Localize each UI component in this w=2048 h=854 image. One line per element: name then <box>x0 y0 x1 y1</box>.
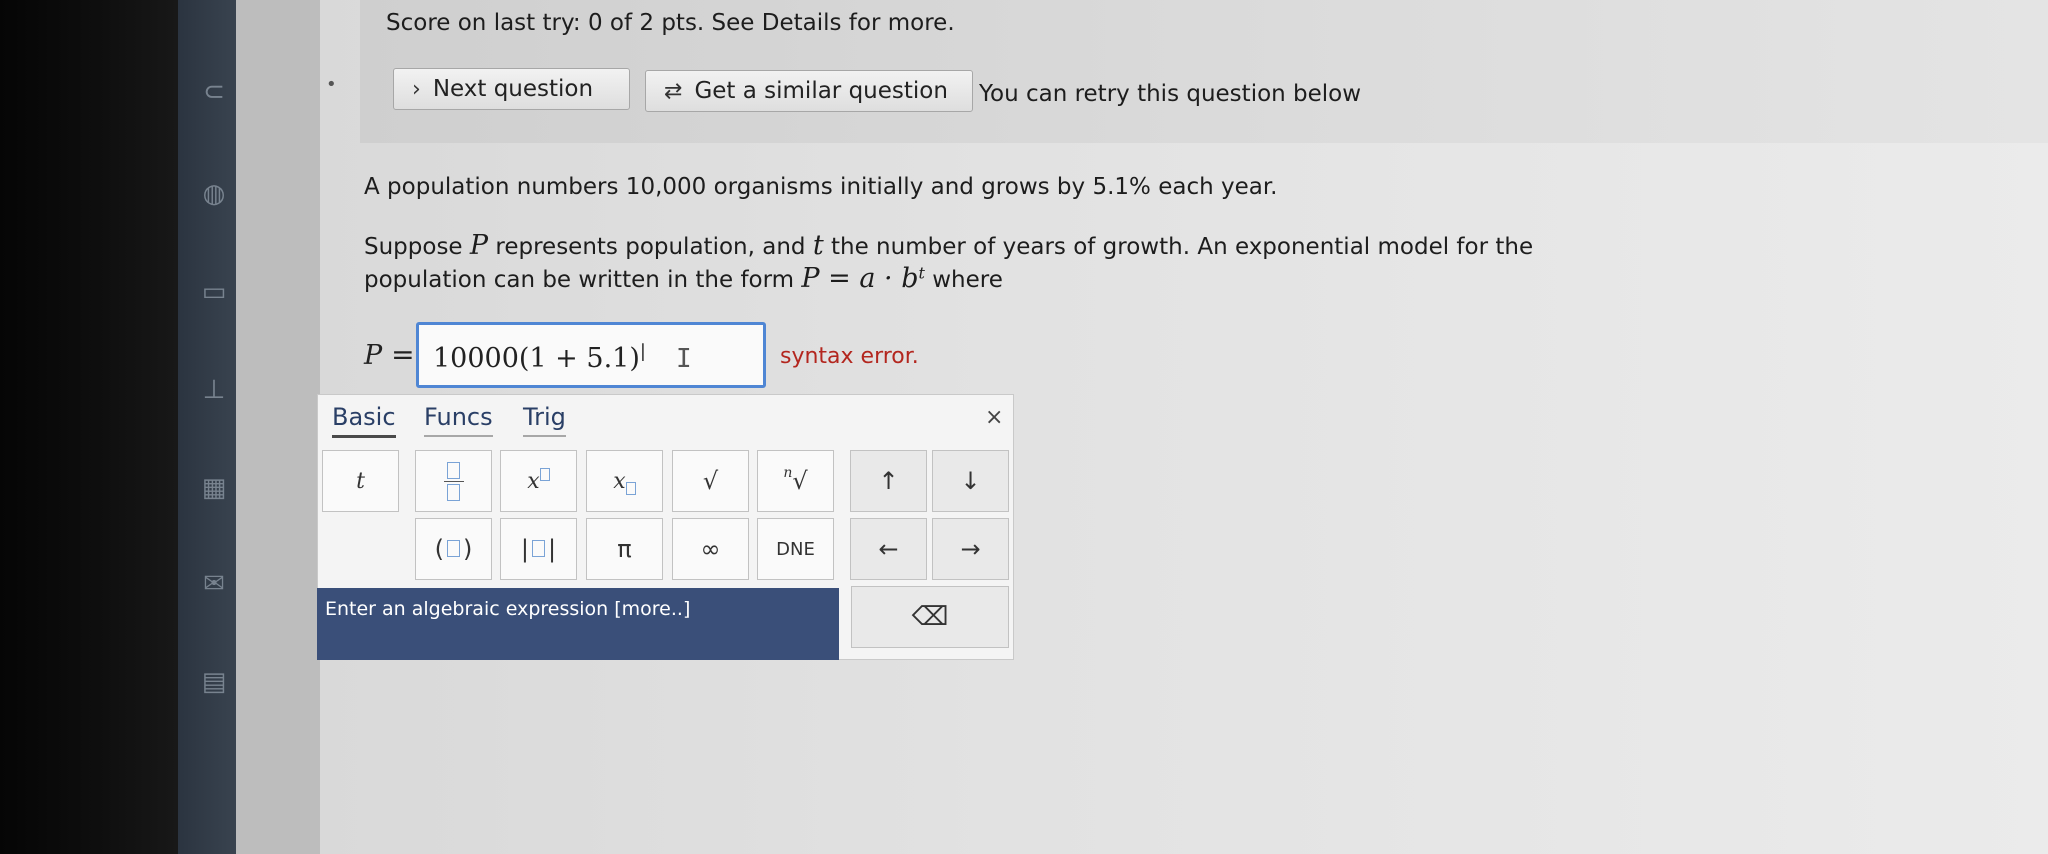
tab-trig[interactable]: Trig <box>523 403 566 437</box>
key-absolute-value[interactable]: | | <box>500 518 577 580</box>
parentheses-icon: () <box>434 535 473 563</box>
key-fraction[interactable] <box>415 450 492 512</box>
key-left[interactable]: ← <box>850 518 927 580</box>
question-line-3: population can be written in the form P … <box>364 263 1003 294</box>
question-text: the number of years of growth. An expone… <box>823 234 1534 260</box>
key-dne[interactable]: DNE <box>757 518 834 580</box>
backspace-icon: ⌫ <box>911 602 949 632</box>
text-cursor-icon: I <box>675 344 692 374</box>
exponent-box-icon <box>539 467 550 481</box>
bullet-dot: • <box>326 74 337 95</box>
answer-equals: = <box>382 338 415 371</box>
key-subscript-label: x <box>613 468 626 494</box>
mail-icon[interactable]: ✉ <box>196 566 232 602</box>
key-down[interactable]: ↓ <box>932 450 1009 512</box>
fraction-denominator-icon <box>447 483 460 501</box>
key-parentheses[interactable]: () <box>415 518 492 580</box>
key-nth-root[interactable]: n √ <box>757 450 834 512</box>
calendar-icon[interactable]: ▦ <box>196 470 232 506</box>
key-dne-label: DNE <box>776 538 815 560</box>
keyboard-hint[interactable]: Enter an algebraic expression [more..] <box>317 588 839 660</box>
retry-text: You can retry this question below <box>979 81 1362 107</box>
chevron-right-icon: › <box>412 76 421 102</box>
key-power-label: x <box>527 468 540 494</box>
key-right[interactable]: → <box>932 518 1009 580</box>
arrow-left-icon: ← <box>878 535 899 563</box>
nth-root-index: n <box>783 465 793 481</box>
tab-basic[interactable]: Basic <box>332 403 396 438</box>
nth-root-icon: √ <box>792 467 808 495</box>
question-text: Suppose <box>364 234 470 260</box>
syntax-error-message: syntax error. <box>780 344 919 369</box>
next-question-button[interactable]: › Next question <box>393 68 630 110</box>
absolute-value-icon: | | <box>520 535 557 563</box>
arrow-up-icon: ↑ <box>878 467 899 495</box>
app-icon[interactable]: ⊂ <box>196 74 232 110</box>
arrow-down-icon: ↓ <box>960 467 981 495</box>
variable-t: t <box>812 230 824 261</box>
globe-icon[interactable]: ◍ <box>196 176 232 212</box>
formula: P = a · b <box>801 263 919 294</box>
answer-variable: P <box>364 340 383 371</box>
subscript-box-icon <box>625 481 636 495</box>
pi-icon: π <box>617 535 632 563</box>
question-line-2: Suppose P represents population, and t t… <box>364 230 1533 261</box>
score-text: Score on last try: 0 of 2 pts. See Detai… <box>386 10 955 36</box>
swap-arrows-icon: ⇄ <box>664 78 683 104</box>
question-line-1: A population numbers 10,000 organisms in… <box>364 174 1278 200</box>
backspace-button[interactable]: ⌫ <box>851 586 1009 648</box>
question-text: where <box>924 267 1003 293</box>
close-keyboard-button[interactable]: × <box>985 405 1003 430</box>
question-text: represents population, and <box>488 234 813 260</box>
key-infinity[interactable]: ∞ <box>672 518 749 580</box>
app-icon[interactable]: ⊥ <box>196 372 232 408</box>
page-gutter <box>236 0 320 854</box>
similar-question-button[interactable]: ⇄ Get a similar question <box>645 70 973 112</box>
key-subscript[interactable]: x <box>586 450 663 512</box>
answer-label: P = <box>364 338 415 371</box>
fraction-numerator-icon <box>447 461 460 479</box>
sqrt-icon: √ <box>702 467 719 495</box>
question-text: population can be written in the form <box>364 267 802 293</box>
screen-bezel <box>0 0 178 854</box>
variable-p: P <box>469 230 489 261</box>
similar-question-label: Get a similar question <box>694 78 948 104</box>
tab-funcs[interactable]: Funcs <box>424 403 493 437</box>
key-pi[interactable]: π <box>586 518 663 580</box>
arrow-right-icon: → <box>960 535 981 563</box>
next-question-label: Next question <box>432 76 594 102</box>
key-t-label: t <box>356 468 365 494</box>
window-icon[interactable]: ▭ <box>196 274 232 310</box>
answer-input[interactable]: 10000(1 + 5.1)| I <box>416 322 766 388</box>
answer-value: 10000(1 + 5.1) <box>433 343 640 374</box>
key-up[interactable]: ↑ <box>850 450 927 512</box>
fraction-bar-icon <box>443 480 464 482</box>
key-sqrt[interactable]: √ <box>672 450 749 512</box>
key-power[interactable]: x <box>500 450 577 512</box>
app-dock <box>178 0 236 854</box>
key-t[interactable]: t <box>322 450 399 512</box>
infinity-icon: ∞ <box>700 535 721 563</box>
app-icon[interactable]: ▤ <box>196 664 232 700</box>
